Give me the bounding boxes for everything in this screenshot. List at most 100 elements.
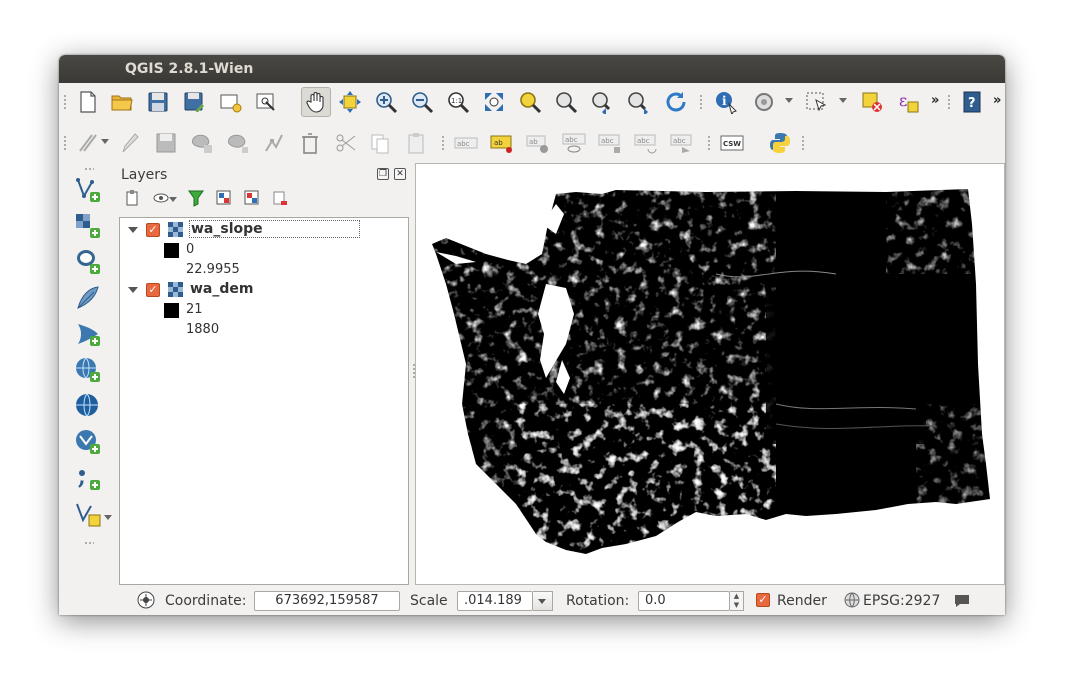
measure-icon[interactable] [749, 87, 779, 117]
add-wms-layer-icon[interactable] [73, 355, 103, 385]
expression-icon[interactable]: ε [893, 87, 923, 117]
identify-icon[interactable]: i [711, 87, 741, 117]
zoom-native-icon[interactable]: 1:1 [443, 87, 473, 117]
new-shapefile-icon[interactable] [73, 499, 103, 529]
layer-tree[interactable]: ✓ wa_slope 0 22.9955 ✓ wa_dem 21 1880 [119, 217, 409, 585]
filter-legend-icon[interactable] [185, 187, 207, 209]
node-tool-icon[interactable] [259, 128, 289, 158]
add-mssql-layer-icon[interactable] [73, 319, 103, 349]
measure-dropdown[interactable] [785, 98, 793, 103]
add-postgis-layer-icon[interactable] [73, 247, 103, 277]
expand-arrow-icon[interactable] [128, 287, 138, 293]
legend-color-swatch [164, 303, 179, 318]
add-vector-layer-icon[interactable] [73, 175, 103, 205]
layer-visibility-checkbox[interactable]: ✓ [146, 223, 160, 237]
close-panel-button[interactable]: ✕ [394, 168, 406, 180]
pan-to-selection-icon[interactable] [335, 87, 365, 117]
float-panel-button[interactable]: ❐ [377, 168, 389, 180]
zoom-to-selection-icon[interactable] [515, 87, 545, 117]
map-canvas[interactable] [415, 163, 1005, 585]
deselect-icon[interactable] [857, 87, 887, 117]
open-project-icon[interactable] [107, 87, 137, 117]
toolbar-grip[interactable] [84, 541, 94, 545]
layer-style-icon[interactable] [121, 187, 143, 209]
python-icon[interactable] [765, 128, 795, 158]
toolbar-overflow-button-2[interactable]: » [993, 93, 1001, 108]
toolbar-grip[interactable] [699, 94, 703, 110]
label-icon[interactable]: abc [451, 128, 481, 158]
zoom-in-icon[interactable] [371, 87, 401, 117]
pin-label-icon[interactable]: ab [487, 128, 517, 158]
toolbar-grip[interactable] [947, 94, 951, 110]
show-hide-label-icon[interactable]: abc [559, 128, 589, 158]
expand-arrow-icon[interactable] [128, 227, 138, 233]
expand-all-icon[interactable] [213, 187, 235, 209]
toolbar-grip[interactable] [84, 167, 94, 171]
edit-pencil-icon[interactable] [115, 128, 145, 158]
composer-manager-icon[interactable] [251, 87, 281, 117]
zoom-last-icon[interactable] [587, 87, 617, 117]
scale-dropdown-button[interactable] [533, 591, 553, 611]
coordinate-toggle-icon[interactable] [137, 591, 155, 609]
paste-icon[interactable] [401, 128, 431, 158]
rotation-spinner[interactable]: ▲ ▼ [730, 591, 744, 611]
layer-row-wa-dem[interactable]: ✓ wa_dem [120, 280, 408, 300]
zoom-to-layer-icon[interactable] [551, 87, 581, 117]
toolbar-grip[interactable] [63, 94, 67, 110]
toolbar-grip[interactable] [63, 135, 67, 151]
zoom-full-icon[interactable] [479, 87, 509, 117]
toolbar-grip[interactable] [441, 135, 445, 151]
pan-icon[interactable] [301, 87, 331, 117]
layer-name[interactable]: wa_slope [189, 220, 360, 238]
save-project-icon[interactable] [143, 87, 173, 117]
toolbar-grip[interactable] [707, 135, 711, 151]
help-icon[interactable]: ? [957, 87, 987, 117]
add-wfs-layer-icon[interactable] [73, 427, 103, 457]
zoom-out-icon[interactable] [407, 87, 437, 117]
rotation-field[interactable]: 0.0 [638, 591, 730, 611]
select-icon[interactable] [801, 87, 831, 117]
refresh-icon[interactable] [661, 87, 691, 117]
coordinate-field[interactable]: 673692,159587 [254, 591, 400, 611]
csw-icon[interactable]: CSW [717, 128, 747, 158]
visibility-dropdown[interactable] [169, 197, 177, 202]
legend-min-value: 21 [186, 302, 203, 317]
svg-text:1:1: 1:1 [451, 97, 462, 105]
title-bar[interactable]: QGIS 2.8.1-Wien [59, 55, 1005, 83]
save-as-icon[interactable] [179, 87, 209, 117]
save-edits-icon[interactable] [151, 128, 181, 158]
add-feature-icon[interactable] [187, 128, 217, 158]
new-project-icon[interactable] [73, 87, 103, 117]
layer-visibility-checkbox[interactable]: ✓ [146, 283, 160, 297]
move-feature-icon[interactable] [223, 128, 253, 158]
rotate-label-icon[interactable]: abc [631, 128, 661, 158]
crs-label[interactable]: EPSG:2927 [863, 593, 940, 609]
add-wcs-layer-icon[interactable] [73, 391, 103, 421]
move-label-icon[interactable]: abc [595, 128, 625, 158]
delete-icon[interactable] [295, 128, 325, 158]
new-layer-dropdown[interactable] [104, 515, 112, 520]
zoom-next-icon[interactable] [623, 87, 653, 117]
digitize-icon[interactable] [73, 128, 103, 158]
highlight-label-icon[interactable]: ab [523, 128, 553, 158]
toolbar-grip[interactable] [801, 135, 805, 151]
toolbar-overflow-button[interactable]: » [931, 93, 939, 108]
select-dropdown[interactable] [839, 98, 847, 103]
add-spatialite-layer-icon[interactable] [73, 283, 103, 313]
svg-text:CSW: CSW [723, 140, 741, 148]
messages-icon[interactable] [953, 591, 971, 609]
change-label-icon[interactable]: abc [667, 128, 697, 158]
crs-globe-icon[interactable] [843, 591, 861, 609]
layer-row-wa-slope[interactable]: ✓ wa_slope [120, 220, 408, 240]
copy-icon[interactable] [365, 128, 395, 158]
scale-combobox[interactable]: .014.189 [457, 591, 533, 611]
layer-name[interactable]: wa_dem [190, 281, 254, 297]
digitize-dropdown[interactable] [101, 139, 109, 144]
cut-icon[interactable] [331, 128, 361, 158]
new-print-composer-icon[interactable] [215, 87, 245, 117]
add-delimited-text-icon[interactable]: , [73, 463, 103, 493]
remove-layer-icon[interactable] [269, 187, 291, 209]
add-raster-layer-icon[interactable] [73, 211, 103, 241]
render-checkbox[interactable]: ✓ [756, 593, 770, 607]
collapse-all-icon[interactable] [241, 187, 263, 209]
